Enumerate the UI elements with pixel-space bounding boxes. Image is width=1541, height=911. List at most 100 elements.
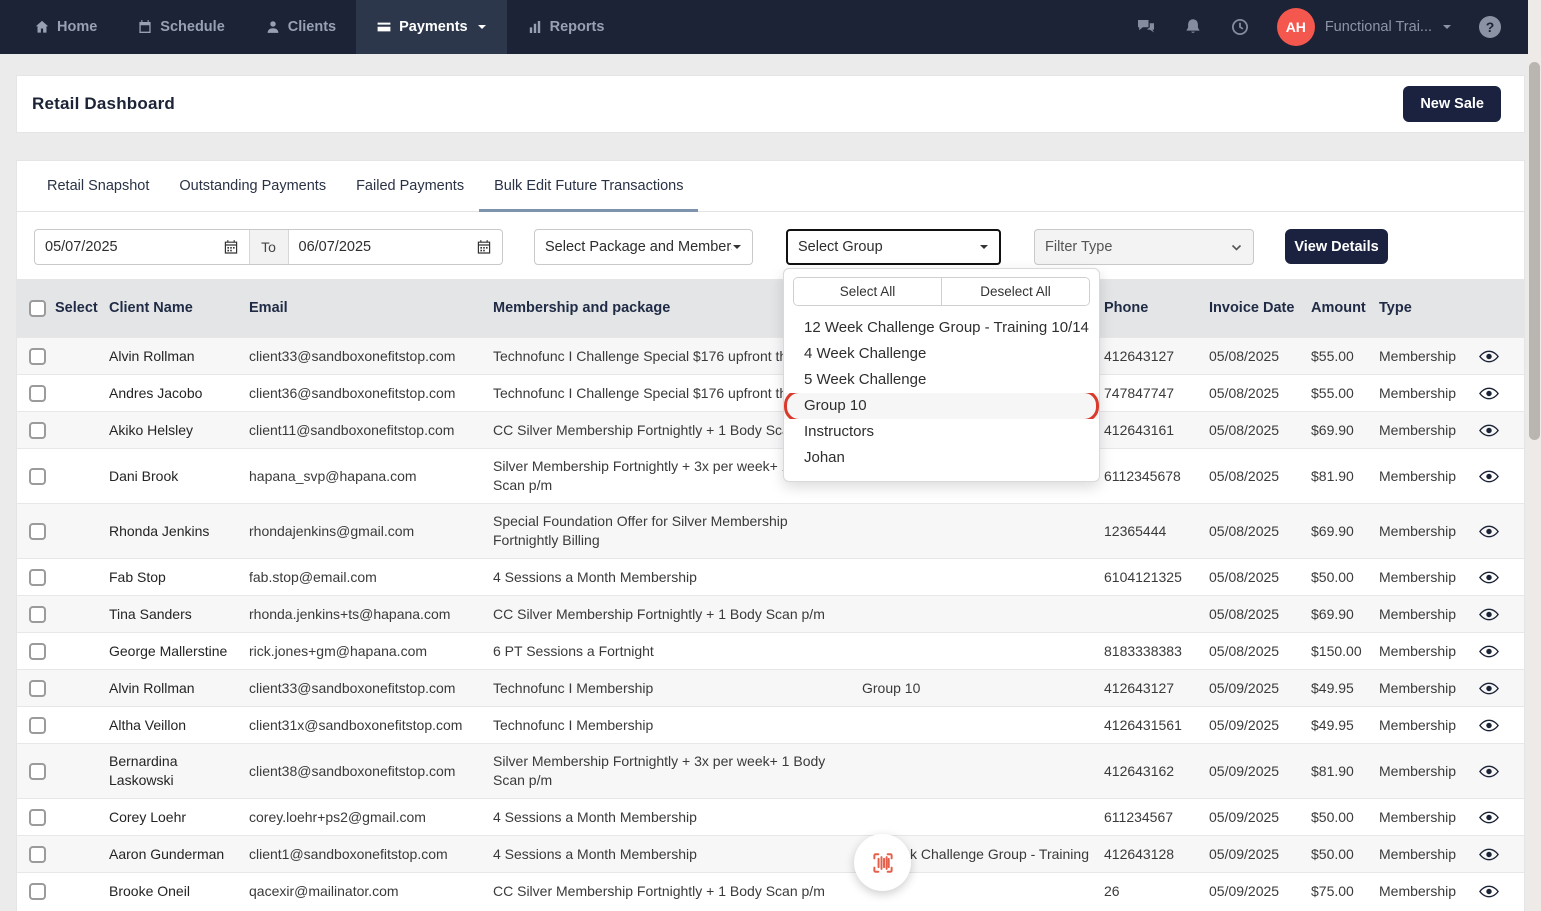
cell-membership: 4 Sessions a Month Membership [493,560,862,595]
help-icon[interactable]: ? [1479,16,1501,38]
cell-membership: CC Silver Membership Fortnightly + 1 Bod… [493,597,862,632]
nav-item-reports[interactable]: Reports [507,0,625,54]
tab-0[interactable]: Retail Snapshot [32,161,164,211]
nav-item-label: Reports [550,19,605,35]
row-checkbox[interactable] [29,569,46,586]
view-row-icon[interactable] [1479,811,1499,824]
cell-phone [1104,606,1209,622]
chat-icon[interactable] [1136,17,1156,37]
row-checkbox[interactable] [29,643,46,660]
nav-item-payments[interactable]: Payments [356,0,507,54]
view-row-icon[interactable] [1479,470,1499,483]
bell-icon[interactable] [1183,17,1203,37]
row-checkbox[interactable] [29,385,46,402]
barcode-scan-fab[interactable] [854,834,911,891]
group-option[interactable]: Instructors [784,419,1099,445]
cell-client-name: Tina Sanders [109,597,249,632]
cell-invoice-date: 05/09/2025 [1209,671,1311,706]
row-checkbox[interactable] [29,606,46,623]
table-header: SelectClient NameEmailMembership and pac… [17,279,1524,337]
view-row-icon[interactable] [1479,571,1499,584]
deselect-all-button[interactable]: Deselect All [941,278,1089,305]
row-checkbox[interactable] [29,348,46,365]
cell-group [862,763,1104,779]
view-row-icon[interactable] [1479,424,1499,437]
group-option[interactable]: Group 10 [784,393,1099,419]
scrollbar-thumb[interactable] [1529,62,1540,440]
cell-amount: $69.90 [1311,514,1379,549]
nav-item-clients[interactable]: Clients [245,0,356,54]
view-row-icon[interactable] [1479,719,1499,732]
nav-item-home[interactable]: Home [14,0,117,54]
table-row: Altha Veillonclient31x@sandboxonefitstop… [17,706,1524,743]
row-checkbox[interactable] [29,468,46,485]
row-checkbox[interactable] [29,846,46,863]
nav-item-schedule[interactable]: Schedule [117,0,244,54]
select-all-checkbox[interactable] [29,300,46,317]
group-option[interactable]: Johan [784,445,1099,471]
credit-card-icon [376,19,392,35]
view-row-icon[interactable] [1479,608,1499,621]
group-option[interactable]: 12 Week Challenge Group - Training 10/14 [784,315,1099,341]
view-row-icon[interactable] [1479,765,1499,778]
cell-invoice-date: 05/08/2025 [1209,514,1311,549]
cell-invoice-date: 05/08/2025 [1209,413,1311,448]
group-option[interactable]: 4 Week Challenge [784,341,1099,367]
cell-invoice-date: 05/08/2025 [1209,459,1311,494]
date-to-field[interactable] [289,230,503,264]
cell-phone: 412643127 [1104,671,1209,706]
nav-item-label: Payments [399,19,468,35]
view-row-icon[interactable] [1479,645,1499,658]
row-checkbox[interactable] [29,523,46,540]
row-checkbox[interactable] [29,717,46,734]
calendar-icon[interactable] [476,239,492,255]
cell-phone: 412643162 [1104,754,1209,789]
cell-client-name: Altha Veillon [109,708,249,743]
row-checkbox[interactable] [29,763,46,780]
new-sale-button[interactable]: New Sale [1403,86,1501,122]
cell-email: corey.loehr+ps2@gmail.com [249,800,493,835]
calendar-icon[interactable] [223,239,239,255]
view-row-icon[interactable] [1479,848,1499,861]
cell-client-name: Corey Loehr [109,800,249,835]
table-row: Bernardina Laskowskiclient38@sandboxonef… [17,743,1524,798]
page-scrollbar[interactable] [1528,0,1541,911]
package-membership-select[interactable]: Select Package and Membership [534,229,753,265]
tab-1[interactable]: Outstanding Payments [164,161,341,211]
clock-icon[interactable] [1230,17,1250,37]
view-row-icon[interactable] [1479,885,1499,898]
column-header: Amount [1311,299,1379,317]
table-row: Dani Brookhapana_svp@hapana.comSilver Me… [17,448,1524,503]
view-row-icon[interactable] [1479,387,1499,400]
cell-invoice-date: 05/09/2025 [1209,800,1311,835]
row-checkbox[interactable] [29,883,46,900]
nav-item-label: Clients [288,19,336,35]
select-all-button[interactable]: Select All [794,278,941,305]
tab-3[interactable]: Bulk Edit Future Transactions [479,161,698,211]
group-option[interactable]: 5 Week Challenge [784,367,1099,393]
cell-invoice-date: 05/08/2025 [1209,339,1311,374]
view-details-button[interactable]: View Details [1285,229,1388,264]
avatar: AH [1277,8,1315,46]
cell-type: Membership [1379,874,1479,909]
table-row: Aaron Gundermanclient1@sandboxonefitstop… [17,835,1524,872]
tab-2[interactable]: Failed Payments [341,161,479,211]
group-select[interactable]: Select Group [786,229,1001,265]
view-row-icon[interactable] [1479,350,1499,363]
view-row-icon[interactable] [1479,682,1499,695]
cell-email: hapana_svp@hapana.com [249,459,493,494]
cell-type: Membership [1379,376,1479,411]
row-checkbox[interactable] [29,809,46,826]
cell-type: Membership [1379,560,1479,595]
date-from-field[interactable] [35,230,249,264]
nav-item-label: Schedule [160,19,224,35]
date-to-input[interactable] [299,239,439,255]
date-from-input[interactable] [45,239,185,255]
cell-amount: $150.00 [1311,634,1379,669]
account-menu[interactable]: AH Functional Trai... [1277,8,1452,46]
row-checkbox[interactable] [29,680,46,697]
view-row-icon[interactable] [1479,525,1499,538]
row-checkbox[interactable] [29,422,46,439]
filter-type-select[interactable]: Filter Type [1034,229,1254,265]
group-option-list: 12 Week Challenge Group - Training 10/14… [784,315,1099,471]
